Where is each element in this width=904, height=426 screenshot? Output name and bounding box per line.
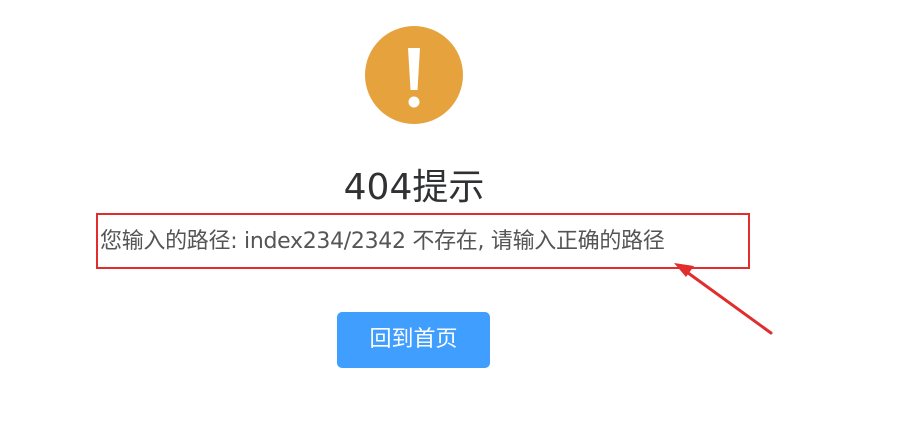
back-to-home-button[interactable]: 回到首页: [337, 312, 490, 368]
page-title: 404提示: [343, 167, 485, 208]
error-message: 您输入的路径: index234/2342 不存在, 请输入正确的路径: [100, 229, 665, 254]
not-found-page: 404提示 您输入的路径: index234/2342 不存在, 请输入正确的路…: [0, 0, 904, 426]
warning-icon: [365, 26, 463, 124]
